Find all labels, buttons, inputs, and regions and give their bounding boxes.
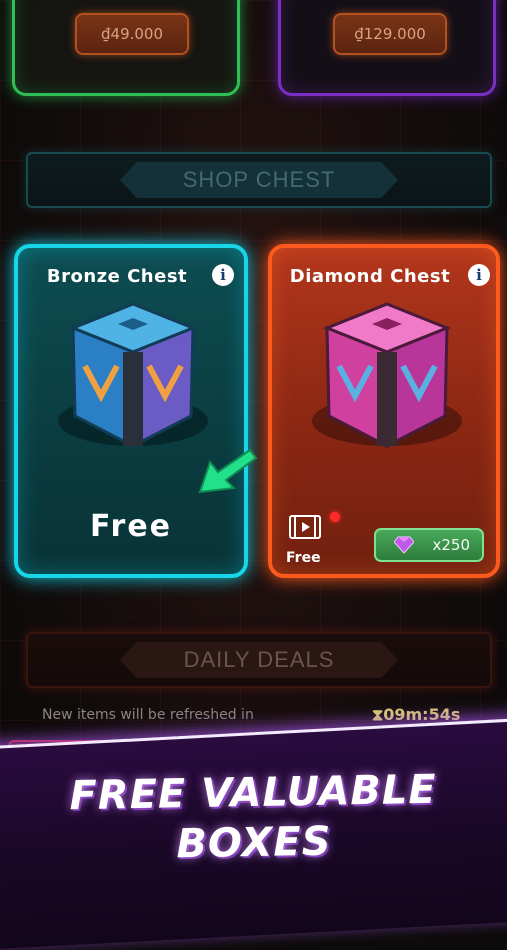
diamond-chest-title: Diamond Chest <box>289 266 451 287</box>
hourglass-icon: ⧗ <box>372 705 384 724</box>
refresh-notice: New items will be refreshed in <box>42 707 254 723</box>
package-card-green[interactable]: ₫49.000 <box>12 0 240 96</box>
video-free-label: Free <box>286 550 321 566</box>
bronze-chest-card[interactable]: Bronze Chest i Free <box>14 244 248 578</box>
notification-dot <box>330 512 340 522</box>
daily-deals-title: DAILY DEALS <box>183 647 335 672</box>
package-card-purple[interactable]: ₫129.000 <box>278 0 496 96</box>
package-price-button[interactable]: ₫49.000 <box>75 13 189 55</box>
video-ad-icon[interactable] <box>288 514 322 540</box>
bronze-free-button[interactable]: Free <box>18 509 244 544</box>
gem-purchase-button[interactable]: x250 <box>374 528 484 562</box>
bronze-chest-icon <box>68 302 198 449</box>
bronze-chest-title: Bronze Chest <box>46 266 188 287</box>
diamond-chest-card[interactable]: Diamond Chest i Free x250 <box>268 244 500 578</box>
diamond-chest-icon <box>322 302 452 449</box>
daily-deals-header: DAILY DEALS <box>26 632 492 688</box>
shop-chest-title: SHOP CHEST <box>182 167 336 192</box>
info-icon[interactable]: i <box>212 264 234 286</box>
promo-line-2: BOXES <box>176 818 332 868</box>
gem-icon <box>394 536 414 554</box>
promo-text: FREE VALUABLE BOXES <box>0 764 507 873</box>
info-icon[interactable]: i <box>468 264 490 286</box>
package-price-button[interactable]: ₫129.000 <box>333 13 447 55</box>
promo-line-1: FREE VALUABLE <box>69 766 437 820</box>
shop-chest-header: SHOP CHEST <box>26 152 492 208</box>
pointer-arrow-icon <box>198 448 258 494</box>
gem-cost-label: x250 <box>432 536 470 554</box>
